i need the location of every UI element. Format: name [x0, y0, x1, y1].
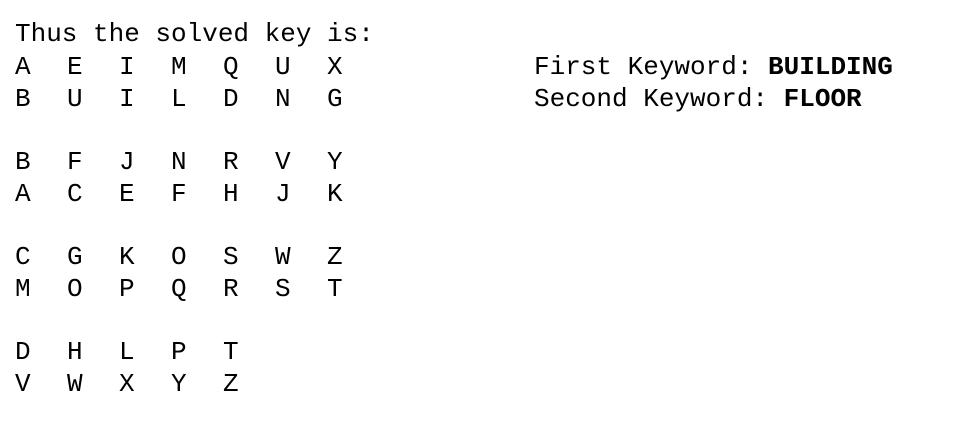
- letter-cell: G: [67, 242, 83, 272]
- second-keyword-value: FLOOR: [783, 84, 862, 114]
- letter-cell: S: [275, 274, 291, 304]
- letter-cell: H: [67, 337, 83, 367]
- letter-cell: V: [275, 147, 291, 177]
- letter-cell: P: [119, 274, 135, 304]
- cipher-row: A C E F H J K: [15, 178, 379, 210]
- letter-cell: F: [171, 179, 187, 209]
- letter-cell: D: [15, 337, 31, 367]
- cipher-row: B U I L D N G: [15, 83, 379, 115]
- letter-cell: W: [275, 242, 291, 272]
- letter-cell: S: [223, 242, 239, 272]
- key-table: A E I M Q U X B U I L D N G B F J N R V …: [15, 51, 379, 431]
- plain-row: B F J N R V Y: [15, 146, 379, 178]
- letter-cell: J: [275, 179, 291, 209]
- letter-cell: L: [119, 337, 135, 367]
- letter-cell: X: [327, 52, 343, 82]
- key-group-1: A E I M Q U X B U I L D N G: [15, 51, 379, 115]
- letter-cell: Y: [171, 369, 187, 399]
- second-keyword-label: Second Keyword:: [534, 84, 784, 114]
- letter-cell: E: [119, 179, 135, 209]
- letter-cell: F: [67, 147, 83, 177]
- letter-cell: O: [67, 274, 83, 304]
- intro-text: Thus the solved key is:: [15, 19, 374, 49]
- document-page: Thus the solved key is: A E I M Q U X B …: [15, 18, 955, 418]
- letter-cell: O: [171, 242, 187, 272]
- keyword-panel: First Keyword: BUILDING Second Keyword: …: [534, 51, 893, 115]
- letter-cell: R: [223, 147, 239, 177]
- plain-row: D H L P T: [15, 336, 379, 368]
- letter-cell: A: [15, 52, 31, 82]
- cipher-row: M O P Q R S T: [15, 273, 379, 305]
- letter-cell: I: [119, 84, 135, 114]
- letter-cell: L: [171, 84, 187, 114]
- letter-cell: N: [171, 147, 187, 177]
- letter-cell: H: [223, 179, 239, 209]
- letter-cell: U: [275, 52, 291, 82]
- letter-cell: K: [327, 179, 343, 209]
- second-keyword-line: Second Keyword: FLOOR: [534, 83, 893, 115]
- first-keyword-value: BUILDING: [768, 52, 893, 82]
- first-keyword-line: First Keyword: BUILDING: [534, 51, 893, 83]
- letter-cell: G: [327, 84, 343, 114]
- letter-cell: J: [119, 147, 135, 177]
- letter-cell: E: [67, 52, 83, 82]
- letter-cell: Q: [223, 52, 239, 82]
- cipher-row: V W X Y Z: [15, 368, 379, 400]
- letter-cell: D: [223, 84, 239, 114]
- letter-cell: I: [119, 52, 135, 82]
- letter-cell: X: [119, 369, 135, 399]
- letter-cell: A: [15, 179, 31, 209]
- letter-cell: T: [327, 274, 343, 304]
- key-group-2: B F J N R V Y A C E F H J K: [15, 146, 379, 210]
- letter-cell: M: [171, 52, 187, 82]
- letter-cell: M: [15, 274, 31, 304]
- plain-row: A E I M Q U X: [15, 51, 379, 83]
- letter-cell: C: [15, 242, 31, 272]
- letter-cell: W: [67, 369, 83, 399]
- key-group-3: C G K O S W Z M O P Q R S T: [15, 241, 379, 305]
- letter-cell: V: [15, 369, 31, 399]
- letter-cell: B: [15, 84, 31, 114]
- letter-cell: P: [171, 337, 187, 367]
- letter-cell: N: [275, 84, 291, 114]
- letter-cell: T: [223, 337, 239, 367]
- plain-row: C G K O S W Z: [15, 241, 379, 273]
- letter-cell: U: [67, 84, 83, 114]
- letter-cell: K: [119, 242, 135, 272]
- key-group-4: D H L P T V W X Y Z: [15, 336, 379, 400]
- letter-cell: B: [15, 147, 31, 177]
- letter-cell: C: [67, 179, 83, 209]
- letter-cell: Y: [327, 147, 343, 177]
- first-keyword-label: First Keyword:: [534, 52, 769, 82]
- letter-cell: R: [223, 274, 239, 304]
- letter-cell: Q: [171, 274, 187, 304]
- letter-cell: Z: [327, 242, 343, 272]
- letter-cell: Z: [223, 369, 239, 399]
